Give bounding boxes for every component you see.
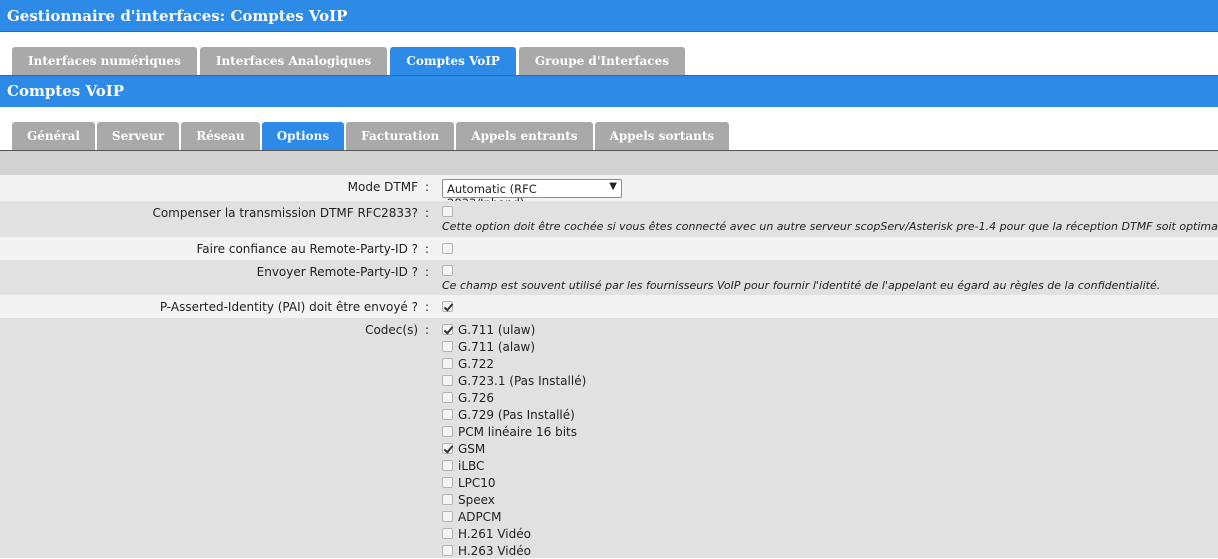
app-header: Gestionnaire d'interfaces: Comptes VoIP	[0, 0, 1218, 32]
tab-appels-sortants[interactable]: Appels sortants	[594, 122, 730, 150]
codec-label: G.723.1 (Pas Installé)	[458, 373, 587, 388]
codec-label: LPC10	[458, 475, 496, 490]
codec-option: H.261 Vidéo	[442, 525, 586, 542]
dropdown-arrow-icon: ▼	[609, 181, 617, 192]
tab-serveur[interactable]: Serveur	[96, 122, 180, 150]
tab-facturation[interactable]: Facturation	[346, 122, 455, 150]
codec-label: G.711 (ulaw)	[458, 322, 536, 337]
codec-option: LPC10	[442, 474, 586, 491]
pai-row: P-Asserted-Identity (PAI) doit être envo…	[0, 295, 1218, 318]
codec-option: iLBC	[442, 457, 586, 474]
codec-checkbox[interactable]	[442, 545, 453, 556]
rfc2833-row: Compenser la transmission DTMF RFC2833? …	[0, 201, 1218, 237]
trust-rpid-row: Faire confiance au Remote-Party-ID ? :	[0, 237, 1218, 260]
tab-general[interactable]: Général	[12, 122, 95, 150]
codec-label: G.726	[458, 390, 495, 405]
codec-checkbox[interactable]	[442, 494, 453, 505]
codec-label: G.711 (alaw)	[458, 339, 536, 354]
codec-checkbox[interactable]	[442, 511, 453, 522]
dtmf-mode-row: Mode DTMF : Automatic (RFC 2833/Inband) …	[0, 175, 1218, 210]
codec-checkbox[interactable]	[442, 443, 453, 454]
codec-option: H.263 Vidéo	[442, 542, 586, 559]
rfc2833-note: Cette option doit être cochée si vous êt…	[442, 220, 1218, 233]
dtmf-mode-select[interactable]: Automatic (RFC 2833/Inband) ▼	[442, 179, 622, 210]
send-rpid-row: Envoyer Remote-Party-ID ? : Ce champ est…	[0, 260, 1218, 295]
dtmf-mode-label: Mode DTMF	[347, 180, 418, 194]
codec-option: Speex	[442, 491, 586, 508]
codec-label: H.263 Vidéo	[458, 543, 531, 558]
codec-label: G.729 (Pas Installé)	[458, 407, 575, 422]
codec-option: PCM linéaire 16 bits	[442, 423, 586, 440]
codec-checkbox[interactable]	[442, 324, 453, 335]
colon: :	[425, 265, 430, 279]
sub-tabs: Général Serveur Réseau Options Facturati…	[12, 122, 730, 150]
tab-appels-entrants[interactable]: Appels entrants	[456, 122, 593, 150]
codecs-row: Codec(s) : G.711 (ulaw) G.711 (alaw) G.722…	[0, 318, 1218, 558]
main-tabs: Interfaces numériques Interfaces Analogi…	[12, 47, 685, 75]
options-form: Mode DTMF : Automatic (RFC 2833/Inband) …	[0, 175, 1218, 558]
trust-rpid-label: Faire confiance au Remote-Party-ID ?	[196, 242, 419, 256]
send-rpid-note: Ce champ est souvent utilisé par les fou…	[442, 279, 1161, 292]
colon: :	[425, 323, 430, 337]
colon: :	[425, 242, 430, 256]
page-title: Gestionnaire d'interfaces: Comptes VoIP	[7, 7, 348, 25]
section-title: Comptes VoIP	[7, 82, 125, 100]
tab-options[interactable]: Options	[261, 122, 345, 150]
tab-comptes-voip[interactable]: Comptes VoIP	[390, 47, 516, 75]
codec-label: G.722	[458, 356, 495, 371]
rfc2833-label: Compenser la transmission DTMF RFC2833?	[152, 206, 418, 220]
codec-label: ADPCM	[458, 509, 502, 524]
codec-checkbox[interactable]	[442, 375, 453, 386]
codec-checkbox[interactable]	[442, 528, 453, 539]
codec-list: G.711 (ulaw) G.711 (alaw) G.722 G.723.1 (Pa…	[442, 321, 586, 559]
codec-option: G.729 (Pas Installé)	[442, 406, 586, 423]
tab-reseau[interactable]: Réseau	[181, 122, 260, 150]
codec-label: GSM	[458, 441, 486, 456]
codec-option: GSM	[442, 440, 586, 457]
colon: :	[425, 206, 430, 220]
codec-option: G.726	[442, 389, 586, 406]
pai-checkbox[interactable]	[442, 301, 453, 312]
send-rpid-label: Envoyer Remote-Party-ID ?	[256, 265, 418, 279]
codec-option: G.711 (ulaw)	[442, 321, 586, 338]
tab-groupe-interfaces[interactable]: Groupe d'Interfaces	[518, 47, 685, 75]
pai-label: P-Asserted-Identity (PAI) doit être envo…	[159, 300, 418, 314]
codec-checkbox[interactable]	[442, 358, 453, 369]
codec-label: PCM linéaire 16 bits	[458, 424, 577, 439]
colon: :	[425, 180, 430, 194]
codec-option: G.723.1 (Pas Installé)	[442, 372, 586, 389]
tab-interfaces-numeriques[interactable]: Interfaces numériques	[12, 47, 197, 75]
codec-checkbox[interactable]	[442, 392, 453, 403]
codec-checkbox[interactable]	[442, 426, 453, 437]
codec-label: Speex	[458, 492, 495, 507]
send-rpid-checkbox[interactable]	[442, 265, 453, 276]
codecs-label: Codec(s)	[365, 323, 418, 337]
section-header: Comptes VoIP	[0, 75, 1218, 107]
trust-rpid-checkbox[interactable]	[442, 243, 453, 254]
codec-checkbox[interactable]	[442, 460, 453, 471]
codec-option: ADPCM	[442, 508, 586, 525]
rfc2833-checkbox[interactable]	[442, 206, 453, 217]
codec-checkbox[interactable]	[442, 341, 453, 352]
codec-option: G.722	[442, 355, 586, 372]
codec-label: H.261 Vidéo	[458, 526, 531, 541]
colon: :	[425, 300, 430, 314]
codec-checkbox[interactable]	[442, 409, 453, 420]
codec-label: iLBC	[458, 458, 485, 473]
codec-checkbox[interactable]	[442, 477, 453, 488]
form-header-bar	[0, 151, 1218, 175]
tab-interfaces-analogiques[interactable]: Interfaces Analogiques	[199, 47, 388, 75]
codec-option: G.711 (alaw)	[442, 338, 586, 355]
